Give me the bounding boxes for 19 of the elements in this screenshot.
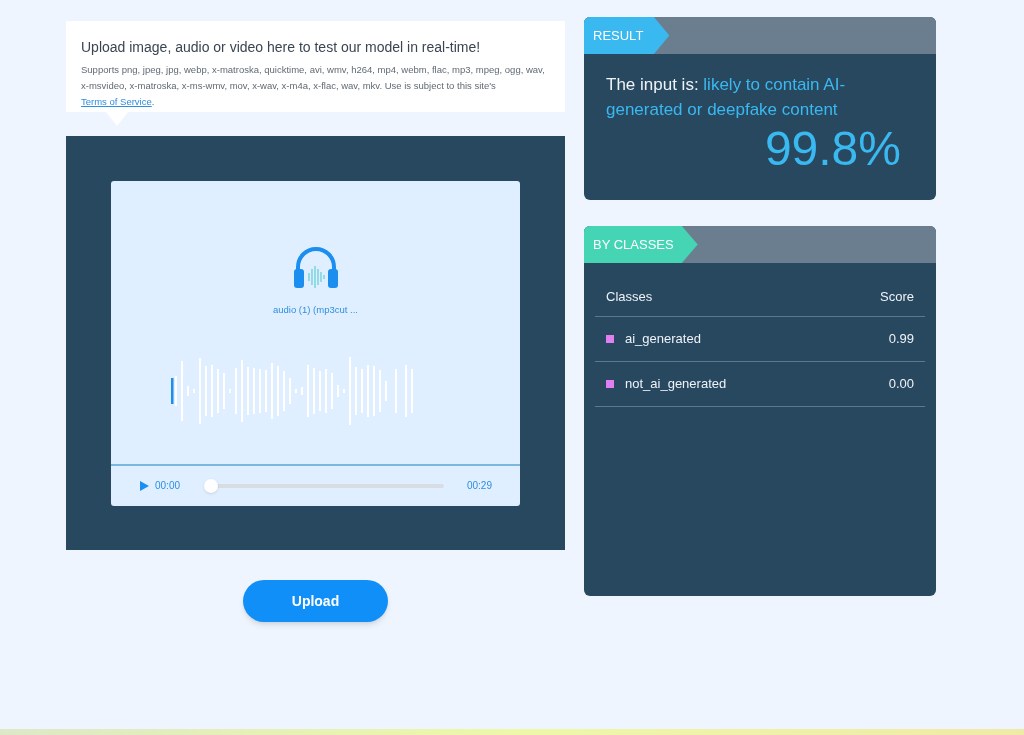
upload-button[interactable]: Upload [243, 580, 388, 622]
seek-slider[interactable] [204, 478, 445, 493]
upload-heading: Upload image, audio or video here to test our model in real-time! [81, 38, 482, 57]
verdict-text: The input is: likely to contain AI-generated or deepfake content [606, 74, 847, 121]
class-score: 0.00 [888, 375, 914, 394]
class-label: ai_generated [625, 330, 701, 349]
seek-thumb[interactable] [204, 478, 219, 493]
class-score: 0.99 [888, 330, 914, 349]
column-header: Classes [606, 287, 653, 306]
terms-link[interactable]: Terms of Service [81, 96, 152, 107]
class-label: not_ai_generated [625, 375, 727, 394]
current-time: 00:00 [155, 479, 181, 493]
column-header: Score [880, 287, 914, 306]
play-icon[interactable] [139, 480, 149, 491]
confidence-score: 99.8% [763, 122, 902, 176]
supported-formats-text: Supports png, jpeg, jpg, webp, x-matroska, quicktime, avi, wmv, h264, mp4, webm, flac, mp3, mpeg, ogg, wav, x-msvideo, x-matroska, x-ms-wmv, mov, x-wav, x-m4a, x-flac, wav, mkv. Use is subject to this site's Terms of Service. [81, 63, 546, 109]
file-name: audio (1) (mp3cut ... [273, 302, 358, 317]
duration: 00:29 [466, 479, 492, 493]
headphones-icon [292, 244, 339, 289]
